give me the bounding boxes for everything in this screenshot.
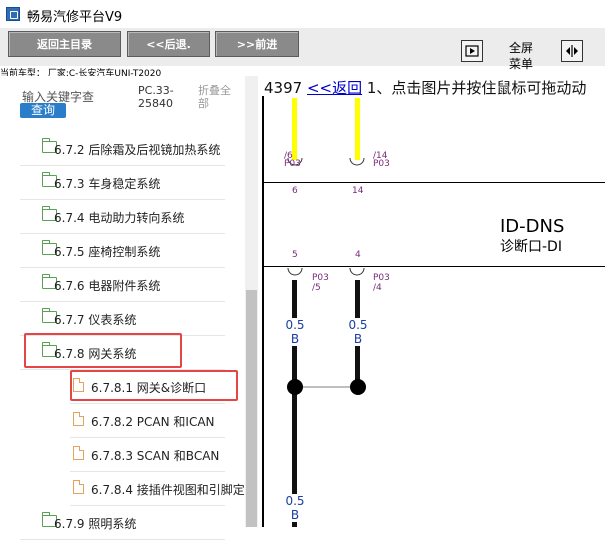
connector-id: P03: [373, 159, 390, 169]
splice-junction: [287, 379, 366, 395]
wire-gauge: 0.5: [348, 318, 368, 332]
pc-code-line-2: 25840: [138, 97, 173, 110]
tree-item-label: 6.7.9 照明系统: [54, 517, 137, 531]
wire-color: B: [290, 508, 300, 522]
forward-button[interactable]: >>前进: [215, 31, 299, 57]
left-panel: 输入关键字查 查询 PC.33- 25840 折叠全 部 6.7.2 后除霜及后…: [0, 76, 258, 540]
tree-item[interactable]: 6.7.9 照明系统: [20, 506, 225, 540]
diagram-border: [262, 96, 264, 527]
tree-item-label: 6.7.3 车身稳定系统: [54, 177, 161, 191]
tree-item-label: 6.7.2 后除霜及后视镜加热系统: [54, 143, 221, 157]
fullscreen-label: 全屏: [508, 41, 533, 55]
scrollbar-thumb[interactable]: [246, 290, 257, 527]
home-button[interactable]: 返回主目录: [8, 31, 121, 57]
collapse-all-line-1: 折叠全: [198, 84, 231, 97]
app-icon: [6, 7, 20, 21]
back-button[interactable]: <<后退.: [127, 31, 210, 57]
wire-black-left: [292, 280, 297, 318]
wire-gauge: 0.5: [285, 494, 305, 508]
tree-item[interactable]: 6.7.4 电动助力转向系统: [20, 200, 225, 234]
title-bar: 畅易汽修平台V9: [0, 0, 605, 28]
tree-item-label: 6.7.7 仪表系统: [54, 313, 137, 327]
tree-item-label: 6.7.8.3 SCAN 和BCAN: [91, 449, 220, 463]
menu-label: 菜单: [508, 57, 533, 71]
connector-id: P03: [312, 273, 329, 283]
toolbar: 返回主目录 <<后退. >>前进 全屏 菜单: [0, 28, 605, 71]
highlight-box-file: [70, 370, 238, 401]
tree-item-label: 6.7.8.2 PCAN 和ICAN: [91, 415, 215, 429]
highlight-box-folder: [24, 333, 182, 368]
page-number: 4397: [264, 79, 303, 97]
document-icon: [73, 480, 84, 494]
tree-item[interactable]: 6.7.8.4 接插件视图和引脚定: [70, 472, 245, 506]
search-button[interactable]: 查询: [20, 103, 66, 118]
tree-item[interactable]: 6.7.7 仪表系统: [20, 302, 225, 336]
tree-item[interactable]: 6.7.8.3 SCAN 和BCAN: [70, 438, 225, 472]
wire-gauge: 0.5: [285, 318, 305, 332]
connector-bottom: [287, 267, 365, 276]
document-icon: [73, 412, 84, 426]
toggle-panel-icon[interactable]: [561, 40, 583, 62]
collapse-all-button[interactable]: 折叠全 部: [198, 84, 231, 110]
diagram-header: 4397 <<返回 1、点击图片并按住鼠标可拖动动: [264, 77, 586, 98]
tree-item[interactable]: 6.7.5 座椅控制系统: [20, 234, 225, 268]
connector-id: P03: [284, 159, 301, 169]
tree-item[interactable]: 6.7.3 车身稳定系统: [20, 166, 225, 200]
pc-code-line-1: PC.33-: [138, 84, 174, 97]
wire-color: B: [353, 332, 363, 346]
expand-icon[interactable]: [461, 40, 483, 62]
tree-item[interactable]: 6.7.6 电器附件系统: [20, 268, 225, 302]
wire-color: B: [290, 332, 300, 346]
component-description: 诊断口-DI: [500, 239, 562, 255]
pc-code: PC.33- 25840: [138, 84, 174, 110]
window-title: 畅易汽修平台V9: [27, 10, 123, 25]
search-area: 输入关键字查 查询 PC.33- 25840 折叠全 部: [0, 76, 245, 132]
tree-item-label: 6.7.5 座椅控制系统: [54, 245, 161, 259]
wire-yellow-right: [355, 98, 360, 160]
wire-black-left-bottom: [292, 522, 297, 527]
diagram-panel[interactable]: 4397 <<返回 1、点击图片并按住鼠标可拖动动 /6 P03 /14 P03…: [262, 76, 605, 527]
pin-number: 14: [352, 186, 364, 196]
tree-item[interactable]: 6.7.2 后除霜及后视镜加热系统: [20, 132, 225, 166]
component-name: ID-DNS: [500, 216, 565, 237]
pin-number: /4: [373, 283, 382, 293]
connector-id: P03: [373, 273, 390, 283]
wire-black-right: [355, 280, 360, 318]
tree-item-label: 6.7.8.4 接插件视图和引脚定: [91, 483, 245, 497]
collapse-all-line-2: 部: [198, 97, 209, 110]
pin-number: 5: [292, 250, 298, 260]
back-link[interactable]: <<返回: [307, 79, 362, 97]
tree-item[interactable]: 6.7.8.2 PCAN 和ICAN: [70, 404, 225, 438]
tree-item-label: 6.7.4 电动助力转向系统: [54, 211, 185, 225]
tree-item-label: 6.7.6 电器附件系统: [54, 279, 161, 293]
wire-black-left-lower: [292, 346, 297, 494]
component-boundary-top: [264, 182, 605, 183]
instruction-text: 1、点击图片并按住鼠标可拖动动: [366, 79, 587, 97]
pin-number: 6: [292, 186, 298, 196]
pin-number: 4: [355, 250, 361, 260]
pin-number: /5: [312, 283, 321, 293]
document-icon: [73, 446, 84, 460]
